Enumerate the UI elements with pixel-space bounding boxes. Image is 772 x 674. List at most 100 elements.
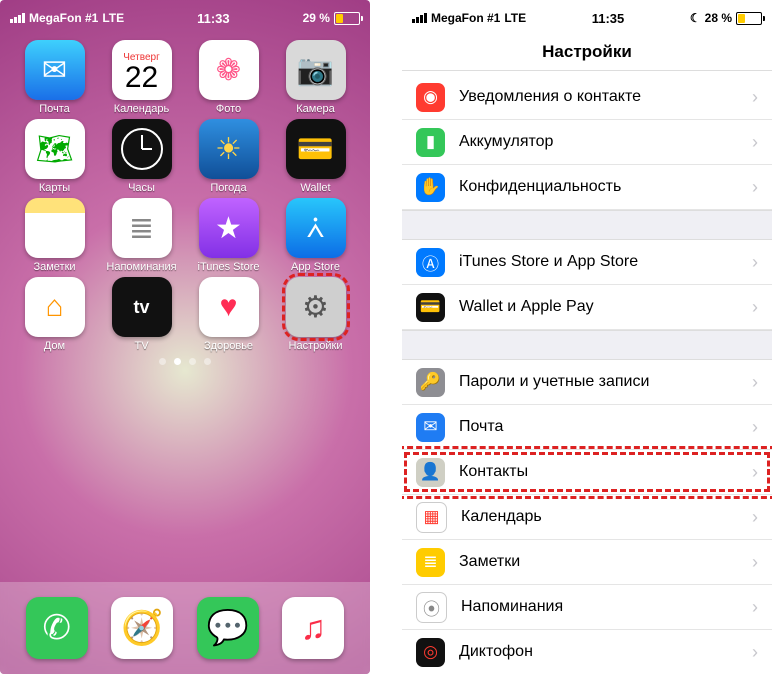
app-label: iTunes Store [198, 261, 260, 273]
settings-list: ◉Уведомления о контакте›▮Аккумулятор›✋Ко… [402, 71, 772, 674]
row-label: Напоминания [461, 598, 752, 616]
app-wallet[interactable]: 💳 Wallet [273, 119, 358, 194]
chevron-right-icon: › [752, 642, 758, 663]
app-calendar[interactable]: Четверг22Календарь [99, 40, 184, 115]
app-home[interactable]: ⌂ Дом [12, 277, 97, 352]
row-label: Уведомления о контакте [459, 88, 752, 106]
settings-row-privacy[interactable]: ✋Конфиденциальность› [402, 165, 772, 210]
status-bar: MegaFon #1 LTE 11:35 ☾ 28 % [402, 0, 772, 32]
reminders-icon: ⦿ [416, 592, 447, 623]
settings-row-itunes-appstore[interactable]: ⒶiTunes Store и App Store› [402, 240, 772, 285]
calendar-icon: Четверг22 [112, 40, 172, 100]
iphone-settings-screen: MegaFon #1 LTE 11:35 ☾ 28 % Настройки ◉У… [402, 0, 772, 674]
app-settings[interactable]: ⚙︎Настройки [273, 277, 358, 352]
settings-row-wallet-pay[interactable]: 💳 Wallet и Apple Pay› [402, 285, 772, 330]
page-dot[interactable] [204, 358, 211, 365]
app-label: TV [134, 340, 148, 352]
home-grid: ✉︎ПочтаЧетверг22Календарь❁Фото📷Камера 🗺Ка… [0, 32, 370, 352]
home-icon: ⌂ [25, 277, 85, 337]
appstore-icon: ⩑ [286, 198, 346, 258]
settings-row-mail[interactable]: ✉︎Почта› [402, 405, 772, 450]
settings-row-battery[interactable]: ▮Аккумулятор› [402, 120, 772, 165]
settings-row-notes[interactable]: ≣Заметки› [402, 540, 772, 585]
dock-app-music[interactable]: ♫ [282, 597, 344, 659]
iphone-home-screen: MegaFon #1 LTE 11:33 29 % ✉︎ПочтаЧетверг… [0, 0, 370, 674]
battery-icon: ▮ [416, 128, 445, 157]
itunes-icon: ★ [199, 198, 259, 258]
contacts-icon: 👤 [416, 458, 445, 487]
battery-icon [736, 12, 762, 25]
app-label: Заметки [33, 261, 75, 273]
health-icon: ♥ [199, 277, 259, 337]
group-separator [402, 330, 772, 360]
chevron-right-icon: › [752, 462, 758, 483]
group-separator [402, 210, 772, 240]
app-notes[interactable]: Заметки [12, 198, 97, 273]
privacy-icon: ✋ [416, 173, 445, 202]
passwords-icon: 🔑 [416, 368, 445, 397]
row-label: Конфиденциальность [459, 178, 752, 196]
notes-icon [25, 198, 85, 258]
app-camera[interactable]: 📷Камера [273, 40, 358, 115]
app-health[interactable]: ♥Здоровье [186, 277, 271, 352]
dock-app-messages[interactable]: 💬 [197, 597, 259, 659]
app-appstore[interactable]: ⩑App Store [273, 198, 358, 273]
voice-memos-icon: ◎ [416, 638, 445, 667]
settings-row-voice-memos[interactable]: ◎Диктофон› [402, 630, 772, 674]
wallet-pay-icon: 💳 [416, 293, 445, 322]
app-reminders[interactable]: ≣Напоминания [99, 198, 184, 273]
app-label: Напоминания [106, 261, 176, 273]
page-indicator [0, 358, 370, 365]
app-clock[interactable]: Часы [99, 119, 184, 194]
clock-label: 11:33 [197, 11, 230, 26]
itunes-appstore-icon: Ⓐ [416, 248, 445, 277]
dock-app-phone[interactable]: ✆ [26, 597, 88, 659]
chevron-right-icon: › [752, 372, 758, 393]
notes-icon: ≣ [416, 548, 445, 577]
app-label: Почта [39, 103, 70, 115]
settings-row-passwords[interactable]: 🔑 Пароли и учетные записи› [402, 360, 772, 405]
chevron-right-icon: › [752, 507, 758, 528]
status-bar: MegaFon #1 LTE 11:33 29 % [0, 0, 370, 32]
page-dot[interactable] [159, 358, 166, 365]
chevron-right-icon: › [752, 597, 758, 618]
dnd-moon-icon: ☾ [690, 11, 701, 25]
app-label: Дом [44, 340, 65, 352]
notifications-contact-icon: ◉ [416, 83, 445, 112]
chevron-right-icon: › [752, 297, 758, 318]
row-label: Wallet и Apple Pay [459, 298, 752, 316]
settings-row-reminders[interactable]: ⦿ Напоминания› [402, 585, 772, 630]
app-label: Wallet [300, 182, 330, 194]
battery-icon [334, 12, 360, 25]
row-label: Календарь [461, 508, 752, 526]
app-maps[interactable]: 🗺Карты [12, 119, 97, 194]
settings-row-contacts[interactable]: 👤Контакты› [402, 450, 772, 495]
page-dot[interactable] [174, 358, 181, 365]
page-dot[interactable] [189, 358, 196, 365]
app-weather[interactable]: ☀︎Погода [186, 119, 271, 194]
row-label: Пароли и учетные записи [459, 373, 752, 391]
app-itunes[interactable]: ★ iTunes Store [186, 198, 271, 273]
network-label: LTE [102, 11, 124, 25]
app-photos[interactable]: ❁Фото [186, 40, 271, 115]
app-tv[interactable]: tvTV [99, 277, 184, 352]
app-mail[interactable]: ✉︎Почта [12, 40, 97, 115]
carrier-label: MegaFon #1 [29, 11, 98, 25]
app-label: Часы [128, 182, 155, 194]
chevron-right-icon: › [752, 252, 758, 273]
settings-icon: ⚙︎ [286, 277, 346, 337]
battery-pct: 29 % [303, 11, 330, 25]
carrier-label: MegaFon #1 [431, 11, 500, 25]
wallet-icon: 💳 [286, 119, 346, 179]
network-label: LTE [504, 11, 526, 25]
chevron-right-icon: › [752, 552, 758, 573]
row-label: iTunes Store и App Store [459, 253, 752, 271]
app-label: Карты [39, 182, 70, 194]
app-label: Фото [216, 103, 241, 115]
dock-app-safari[interactable]: 🧭 [111, 597, 173, 659]
settings-row-calendar[interactable]: ▦Календарь› [402, 495, 772, 540]
chevron-right-icon: › [752, 132, 758, 153]
signal-icon [412, 13, 427, 23]
weather-icon: ☀︎ [199, 119, 259, 179]
settings-row-notifications-contact[interactable]: ◉Уведомления о контакте› [402, 75, 772, 120]
